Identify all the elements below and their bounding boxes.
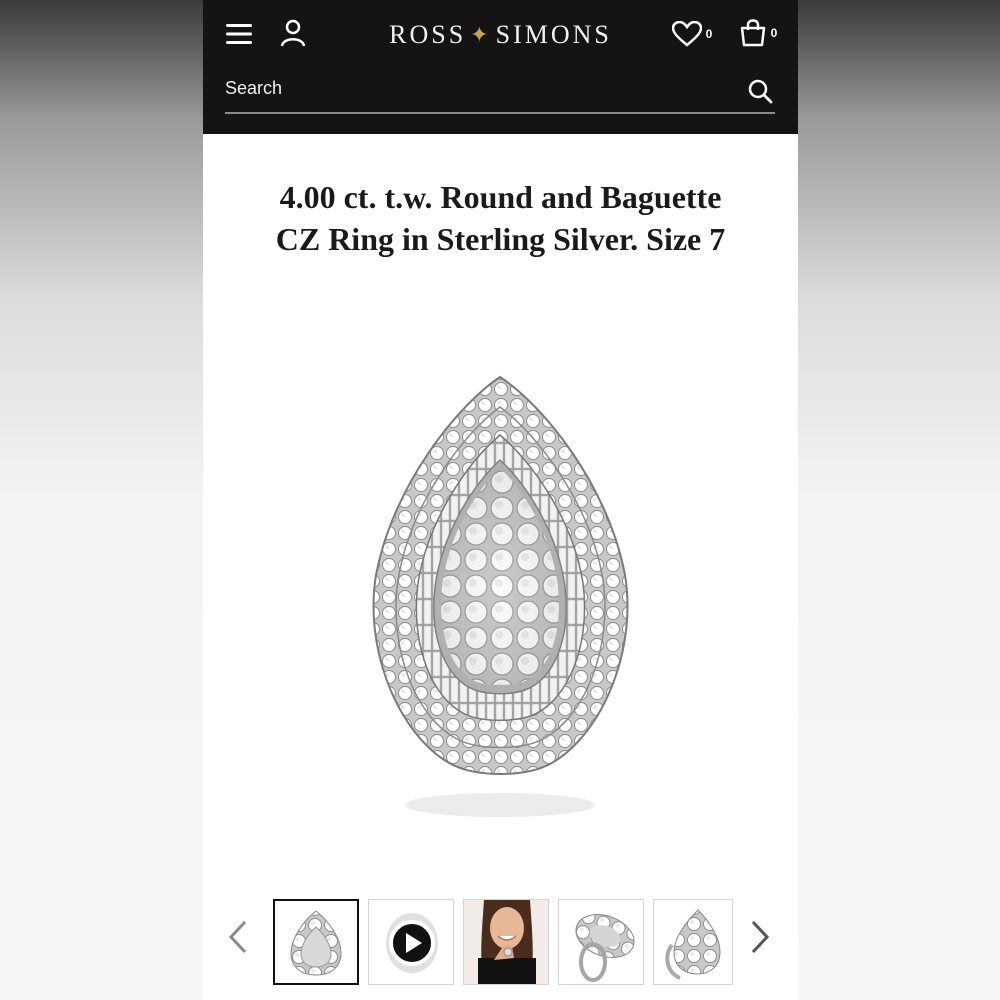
thumbnail-model-wearing[interactable] — [463, 899, 549, 985]
product-title-line1: 4.00 ct. t.w. Round and Baguette — [279, 179, 722, 215]
shopping-bag-button[interactable]: 0 — [735, 16, 781, 50]
search-input[interactable] — [225, 72, 725, 104]
wishlist-button[interactable]: 0 — [668, 18, 716, 50]
account-icon[interactable] — [279, 18, 307, 48]
shopping-bag-icon — [740, 19, 765, 47]
brand-star-icon: ✦ — [470, 22, 492, 47]
hamburger-menu-icon[interactable] — [225, 20, 253, 48]
brand-name-second: SIMONS — [495, 20, 612, 49]
heart-icon — [671, 21, 702, 47]
product-title-line2: CZ Ring in Sterling Silver. Size 7 — [275, 221, 726, 257]
chevron-left-icon[interactable] — [223, 915, 253, 959]
chevron-right-icon[interactable] — [745, 915, 775, 959]
mobile-page: ROSS ✦ SIMONS 0 0 4.00 ct. t.w. Round an… — [203, 0, 798, 1000]
bag-count: 0 — [770, 26, 778, 40]
image-gallery-thumbnails — [203, 895, 798, 990]
wishlist-count: 0 — [705, 27, 713, 41]
search-bar — [225, 68, 775, 114]
search-icon[interactable] — [745, 76, 775, 106]
site-header: ROSS ✦ SIMONS 0 0 — [203, 0, 798, 134]
thumbnail-ring-side[interactable] — [653, 899, 733, 985]
brand-name-first: ROSS — [389, 20, 467, 49]
product-title: 4.00 ct. t.w. Round and Baguette CZ Ring… — [223, 176, 778, 260]
thumbnail-ring-angle[interactable] — [558, 899, 644, 985]
brand-logo[interactable]: ROSS ✦ SIMONS — [353, 18, 648, 52]
thumbnail-video[interactable] — [368, 899, 454, 985]
product-main-image[interactable] — [333, 365, 668, 830]
thumbnail-ring-front[interactable] — [273, 899, 359, 985]
